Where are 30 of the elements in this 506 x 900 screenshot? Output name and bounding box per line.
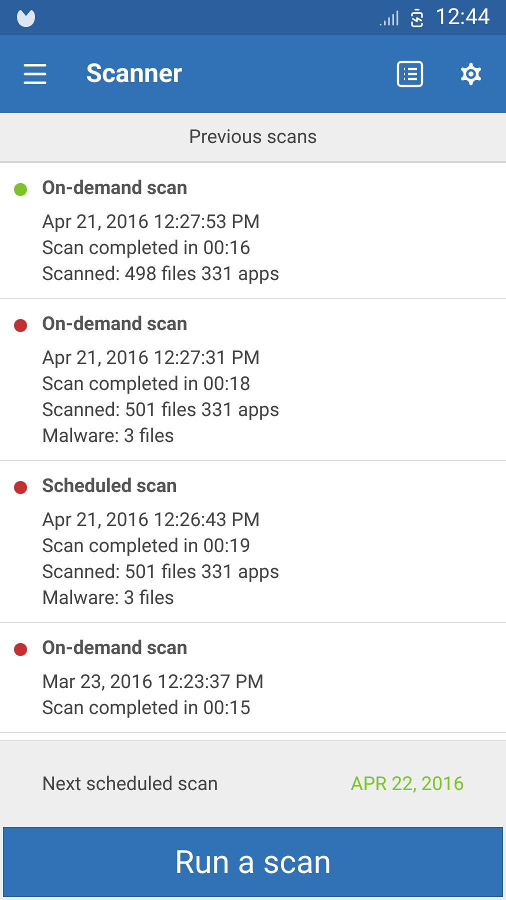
scan-entry[interactable]: Scheduled scan Apr 21, 2016 12:26:43 PM Scan completed in 00:19 Scanned: 501 files 331 apps Malware: 3 files (0, 461, 506, 623)
scan-detail: Scanned: 501 files 331 apps (42, 397, 280, 423)
scan-entry[interactable]: On-demand scan Apr 21, 2016 12:27:53 PM Scan completed in 00:16 Scanned: 498 files 331 apps (0, 163, 506, 299)
scan-detail: Scan completed in 00:15 (42, 695, 252, 721)
section-header: Previous scans (0, 113, 506, 163)
scan-entry[interactable]: On-demand scan Mar 23, 2016 12:23:37 PM Scan completed in 00:15 (0, 623, 506, 733)
scan-title: On-demand scan (42, 636, 188, 660)
scan-title: On-demand scan (42, 312, 188, 336)
scan-detail: Scanned: 498 files 331 apps (42, 261, 280, 287)
list-icon (396, 60, 424, 88)
logo-icon (16, 8, 36, 26)
scan-detail: Scan completed in 00:19 (42, 533, 252, 559)
scan-detail: Apr 21, 2016 12:27:31 PM (42, 345, 262, 371)
scan-entry[interactable]: On-demand scan Apr 21, 2016 12:27:31 PM Scan completed in 00:18 Scanned: 501 files 331 apps Malware: 3 files (0, 299, 506, 461)
scan-detail: Scan completed in 00:18 (42, 371, 252, 397)
run-scan-button[interactable]: Run a scan (3, 827, 503, 897)
app-title: Scanner (86, 58, 182, 90)
scan-title: On-demand scan (42, 176, 188, 200)
clock: 12:44 (435, 4, 490, 32)
scan-detail: Malware: 3 files (42, 423, 176, 449)
scan-detail: Malware: 3 files (42, 585, 176, 611)
next-scan-label: Next scheduled scan (42, 770, 218, 797)
scan-detail: Scanned: 501 files 331 apps (42, 559, 280, 585)
scan-detail: Mar 23, 2016 12:23:37 PM (42, 669, 264, 695)
next-scan-date: APR 22, 2016 (350, 770, 464, 797)
scan-detail: Scan completed in 00:16 (42, 235, 252, 261)
scan-detail: Apr 21, 2016 12:26:43 PM (42, 507, 262, 533)
scan-detail: Apr 21, 2016 12:27:53 PM (42, 209, 262, 235)
signal-icon (379, 8, 400, 28)
scan-title: Scheduled scan (42, 474, 178, 498)
